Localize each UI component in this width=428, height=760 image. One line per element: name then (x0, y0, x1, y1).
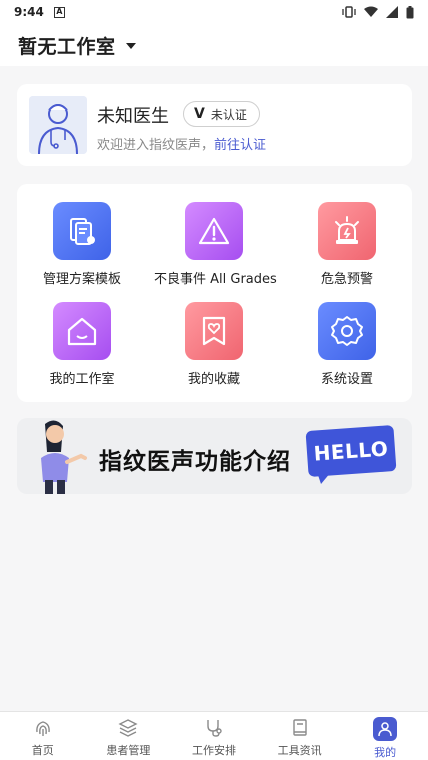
welcome-text: 欢迎进入指纹医声， (97, 138, 215, 153)
intro-banner[interactable]: 指纹医声功能介绍 HELLO (17, 418, 412, 494)
banner-title: 指纹医声功能介绍 (99, 449, 291, 475)
grid-item-label: 危急预警 (320, 272, 373, 287)
woman-illustration (41, 420, 87, 494)
grid-item-label: 不良事件 All Grades (154, 272, 277, 287)
alarm-light-icon (318, 202, 376, 260)
layers-icon (117, 717, 139, 739)
hello-badge-tail (317, 472, 331, 484)
home-icon (53, 302, 111, 360)
status-time: 9:44 (14, 5, 44, 19)
system-settings-item[interactable]: 系统设置 (287, 302, 407, 387)
verify-v-icon: V (194, 106, 205, 122)
hello-badge: HELLO (305, 424, 397, 478)
doctor-name: 未知医生 (97, 106, 169, 127)
tab-tools-news[interactable]: 工具资讯 (257, 712, 343, 760)
studio-selector[interactable]: 暂无工作室 (18, 32, 116, 59)
app-header: 暂无工作室 (0, 24, 428, 66)
tab-patient-management[interactable]: 患者管理 (86, 712, 172, 760)
adverse-event-item[interactable]: 不良事件 All Grades (154, 202, 277, 287)
tab-home[interactable]: 首页 (0, 712, 86, 760)
grid-item-label: 系统设置 (320, 372, 373, 387)
stethoscope-icon (203, 717, 225, 739)
signal-icon (386, 6, 398, 18)
verify-link[interactable]: 前往认证 (214, 138, 266, 153)
tab-label: 首页 (31, 744, 54, 757)
vibrate-icon (342, 6, 356, 18)
doctor-avatar[interactable] (29, 96, 87, 154)
welcome-line: 欢迎进入指纹医声，前往认证 (97, 134, 266, 153)
fingerprint-icon (32, 717, 54, 739)
notification-icon: A (53, 6, 65, 18)
verify-status-label: 未认证 (210, 107, 247, 122)
tab-label: 工作安排 (191, 744, 236, 757)
heart-bookmark-icon (185, 302, 243, 360)
manage-template-item[interactable]: 管理方案模板 (22, 202, 142, 287)
function-grid: 管理方案模板 不良事件 All Grades 危急预警 我的工作室 我的收藏 系… (17, 184, 412, 402)
bottom-tabbar: 首页 患者管理 工作安排 工具资讯 我的 (0, 711, 428, 760)
warning-icon (185, 202, 243, 260)
verify-status-badge[interactable]: V 未认证 (183, 101, 260, 127)
my-favorites-item[interactable]: 我的收藏 (154, 302, 274, 387)
chevron-down-icon[interactable] (125, 43, 136, 49)
my-studio-item[interactable]: 我的工作室 (22, 302, 142, 387)
wifi-icon (364, 6, 378, 17)
book-icon (289, 717, 311, 739)
status-bar: 9:44 A (0, 0, 428, 24)
doctor-avatar-icon (29, 96, 87, 154)
user-icon (373, 717, 398, 741)
grid-item-label: 我的工作室 (49, 372, 115, 387)
tab-work-schedule[interactable]: 工作安排 (171, 712, 257, 760)
tab-label: 工具资讯 (277, 744, 322, 757)
battery-icon (406, 5, 414, 18)
tab-label: 我的 (374, 746, 397, 759)
grid-item-label: 管理方案模板 (42, 272, 121, 287)
grid-item-label: 我的收藏 (187, 372, 240, 387)
document-gear-icon (53, 202, 111, 260)
status-icons (342, 5, 414, 19)
gear-icon (318, 302, 376, 360)
tab-mine[interactable]: 我的 (342, 712, 428, 760)
critical-alert-item[interactable]: 危急预警 (287, 202, 407, 287)
profile-card[interactable]: 未知医生 V 未认证 欢迎进入指纹医声，前往认证 (17, 84, 412, 166)
tab-label: 患者管理 (106, 744, 151, 757)
